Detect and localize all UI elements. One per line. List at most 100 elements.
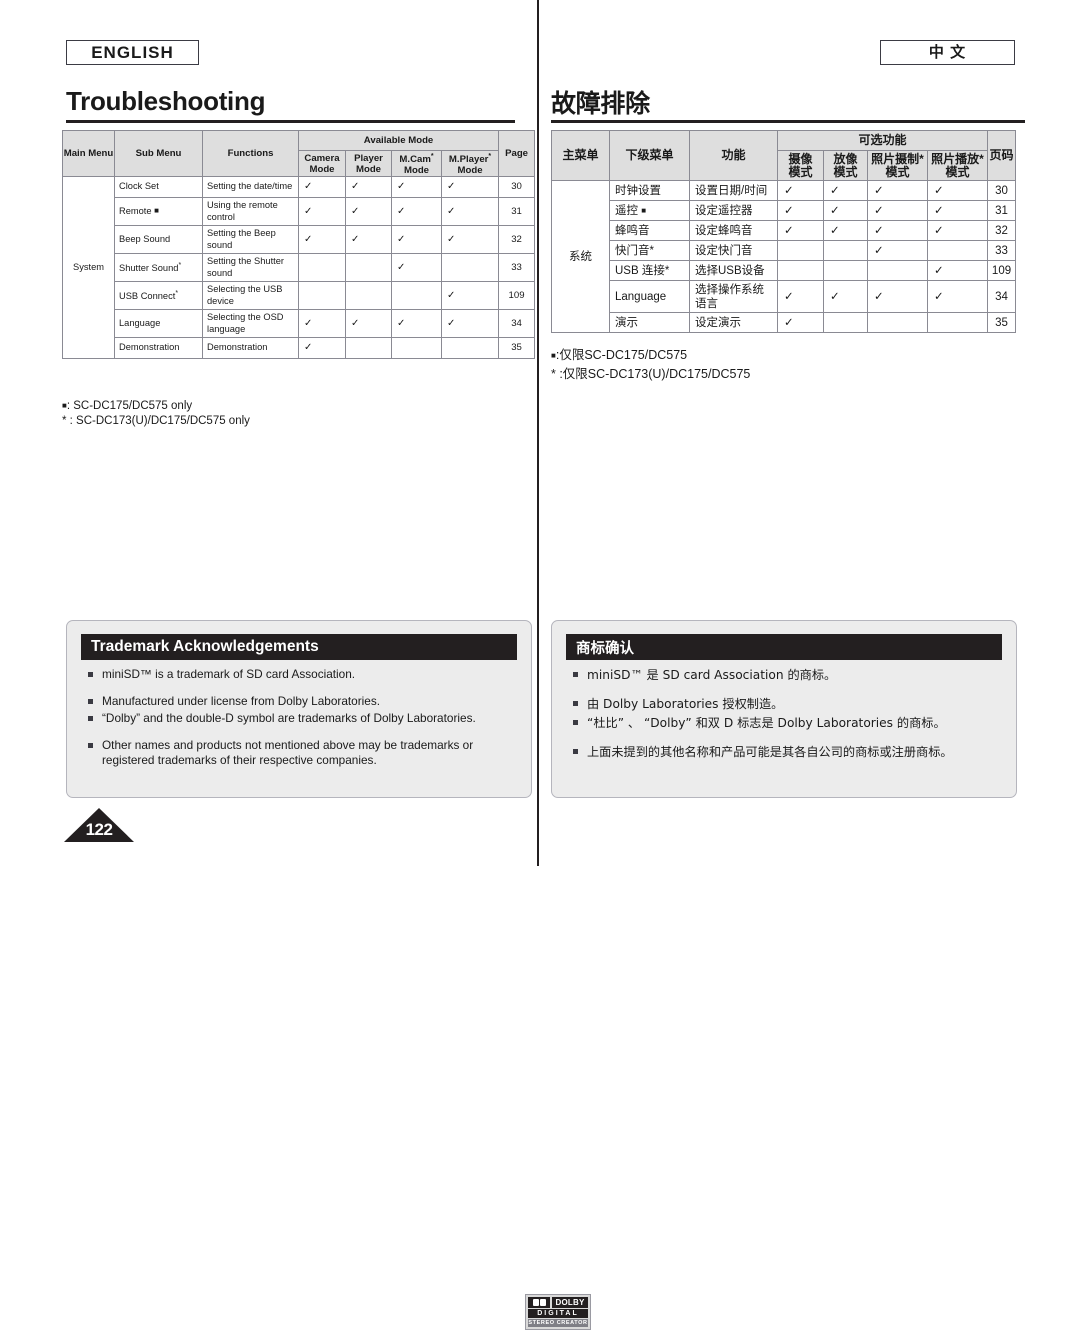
checkmark-icon: ✓	[874, 224, 884, 237]
cell-mode-1: ✓	[823, 220, 868, 241]
cell-page: 30	[987, 180, 1017, 201]
cell-mode-1	[345, 281, 392, 311]
cell-mode-0: ✓	[777, 280, 824, 313]
checkmark-icon: ✓	[874, 290, 884, 303]
cell-mode-3: ✓	[926, 200, 989, 221]
cell-function: 设定快门音	[689, 240, 778, 261]
table-row: Shutter Sound* Setting the Shutter sound ✓…	[63, 253, 536, 283]
cell-mode-2: ✓	[391, 225, 442, 255]
cell-sub-menu: Remote ■	[114, 197, 203, 227]
th-mode-3: M.Player* Mode	[440, 149, 500, 178]
cell-main-menu: System	[62, 176, 115, 360]
english-column: ENGLISH Troubleshooting Main Menu Sub Me…	[0, 0, 591, 1330]
checkmark-icon: ✓	[397, 261, 406, 273]
cell-page: 30	[498, 176, 536, 199]
cell-sub-menu: 蜂鸣音	[609, 220, 690, 241]
cell-mode-0	[777, 240, 824, 261]
cell-mode-0: ✓	[298, 337, 346, 360]
cell-mode-2	[391, 337, 442, 360]
checkmark-icon: ✓	[874, 184, 884, 197]
cell-page: 109	[987, 260, 1017, 281]
dolby-digital-text: DIGITAL	[528, 1309, 588, 1318]
cell-mode-2	[867, 312, 928, 333]
cell-mode-2: ✓	[391, 197, 442, 227]
dolby-wordmark: DOLBY	[552, 1297, 588, 1308]
cell-mode-0: ✓	[298, 176, 346, 199]
cell-function: 设置日期/时间	[689, 180, 778, 201]
cell-mode-2	[867, 260, 928, 281]
cell-mode-2: ✓	[391, 309, 442, 339]
th-functions: Functions	[202, 129, 299, 178]
cell-mode-1	[823, 312, 868, 333]
checkmark-icon: ✓	[304, 205, 313, 217]
dolby-digital-logo: DOLBY DIGITAL STEREO CREATOR	[525, 1294, 591, 1330]
cell-function: Selecting the USB device	[202, 281, 299, 311]
th-mode-1: Player Mode	[345, 149, 392, 178]
cell-function: 设定蜂鸣音	[689, 220, 778, 241]
checkmark-icon: ✓	[447, 289, 456, 301]
title-rule-chinese	[551, 120, 1025, 123]
cell-page: 31	[498, 197, 536, 227]
cell-sub-menu: 时钟设置	[609, 180, 690, 201]
cell-sub-menu: USB 连接*	[609, 260, 690, 281]
cell-mode-2: ✓	[867, 220, 928, 241]
cell-mode-0	[298, 281, 346, 311]
double-d-icon	[528, 1297, 550, 1308]
cell-function: 选择USB设备	[689, 260, 778, 281]
checkmark-icon: ✓	[874, 244, 884, 257]
trademark-heading-chinese: 商标确认	[566, 634, 1002, 660]
cell-mode-0: ✓	[777, 312, 824, 333]
cell-mode-1	[345, 253, 392, 283]
footnote-star: * :仅限SC-DC173(U)/DC175/DC575	[551, 367, 751, 381]
cell-mode-1: ✓	[345, 309, 392, 339]
list-item: miniSD™ is a trademark of SD card Associ…	[85, 667, 517, 682]
th-mode-0: Camera Mode	[298, 149, 346, 178]
table-row: Remote ■ Using the remote control ✓ ✓ ✓ ✓ 31	[63, 197, 536, 227]
footnotes-english: ■: SC-DC175/DC575 only * : SC-DC173(U)/D…	[62, 398, 250, 429]
page-title-chinese: 故障排除	[551, 90, 650, 118]
page-title-english: Troubleshooting	[66, 86, 266, 116]
cell-mode-2: ✓	[867, 280, 928, 313]
checkmark-icon: ✓	[351, 181, 360, 193]
cell-sub-menu: Language	[609, 280, 690, 313]
checkmark-icon: ✓	[397, 233, 406, 245]
dolby-stereo-creator-text: STEREO CREATOR	[528, 1319, 588, 1327]
cell-sub-menu: USB Connect*	[114, 281, 203, 311]
cell-mode-0: ✓	[777, 180, 824, 201]
table-row: 快门音* 设定快门音 ✓ 33	[552, 240, 1017, 261]
trademark-items-english: miniSD™ is a trademark of SD card Associ…	[85, 667, 517, 775]
cell-function: Using the remote control	[202, 197, 299, 227]
footnote-star: * : SC-DC173(U)/DC175/DC575 only	[62, 415, 250, 427]
trademark-panel-chinese: 商标确认 miniSD™ 是 SD card Association 的商标。 …	[551, 620, 1017, 798]
th-sub-menu: 下级菜单	[609, 130, 690, 181]
th-available-mode: 可选功能	[776, 130, 989, 151]
cell-mode-0: ✓	[298, 309, 346, 339]
th-mode-3: 照片播放* 模式	[926, 150, 989, 181]
cell-mode-2: ✓	[391, 176, 442, 199]
checkmark-icon: ✓	[784, 224, 794, 237]
checkmark-icon: ✓	[351, 317, 360, 329]
cell-mode-2	[391, 281, 442, 311]
cell-sub-menu: 遥控 ■	[609, 200, 690, 221]
th-main-menu: 主菜单	[551, 130, 610, 181]
cell-main-menu: 系统	[551, 180, 610, 333]
list-item: “Dolby” and the double-D symbol are trad…	[85, 711, 517, 726]
cell-function: 选择操作系统 语言	[689, 280, 778, 313]
page-number-text: 122	[85, 820, 113, 839]
cell-sub-menu: Demonstration	[114, 337, 203, 360]
checkmark-icon: ✓	[934, 184, 944, 197]
checkmark-icon: ✓	[304, 342, 313, 354]
checkmark-icon: ✓	[784, 290, 794, 303]
cell-mode-0: ✓	[777, 220, 824, 241]
checkmark-icon: ✓	[830, 290, 840, 303]
cell-mode-3: ✓	[440, 225, 500, 255]
cell-mode-3	[926, 312, 989, 333]
th-main-menu: Main Menu	[62, 129, 115, 178]
checkmark-icon: ✓	[447, 181, 456, 193]
checkmark-icon: ✓	[397, 317, 406, 329]
cell-mode-3: ✓	[926, 180, 989, 201]
cell-mode-0	[298, 253, 346, 283]
th-page: Page	[498, 129, 536, 178]
cell-page: 33	[987, 240, 1017, 261]
cell-function: Setting the Shutter sound	[202, 253, 299, 283]
